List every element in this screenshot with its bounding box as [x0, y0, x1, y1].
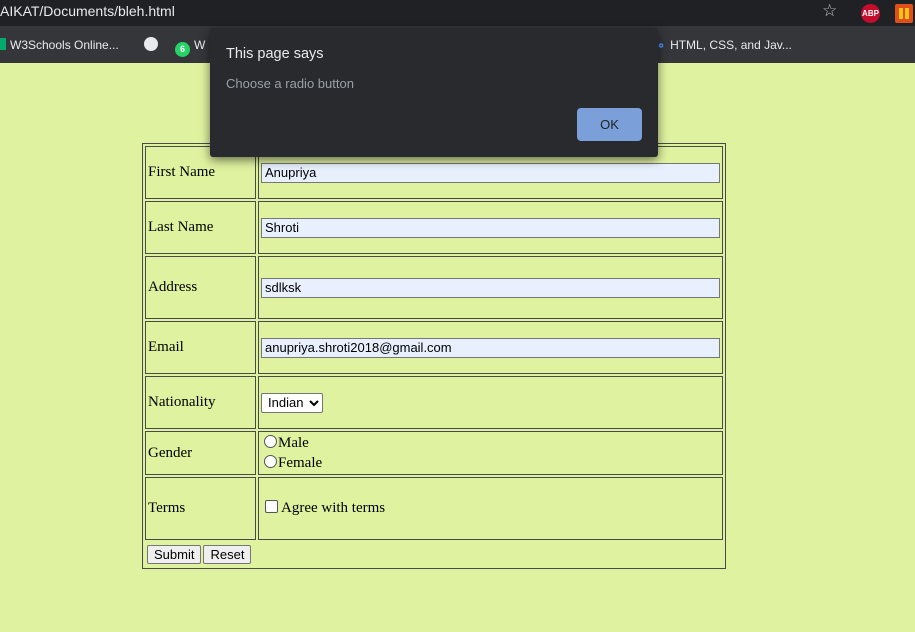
url-text[interactable]: AIKAT/Documents/bleh.html	[0, 3, 175, 19]
bookmark-whatsapp[interactable]: 6W	[175, 37, 206, 57]
submit-button[interactable]: Submit	[147, 544, 202, 564]
terms-label: Terms	[145, 477, 256, 540]
nationality-select[interactable]: Indian	[261, 392, 323, 413]
address-bar: AIKAT/Documents/bleh.html ☆ ABP	[0, 0, 915, 26]
email-label: Email	[145, 321, 256, 374]
bookmark-html-css[interactable]: ⚬ HTML, CSS, and Jav...	[656, 37, 792, 53]
gender-option-male[interactable]: Male	[261, 433, 720, 453]
last-name-input[interactable]	[261, 217, 720, 238]
bookmark-label: HTML, CSS, and Jav...	[670, 38, 792, 52]
female-label: Female	[278, 455, 323, 471]
gender-option-female[interactable]: Female	[261, 453, 720, 473]
address-input[interactable]	[261, 277, 720, 298]
male-label: Male	[278, 435, 309, 451]
email-input[interactable]	[261, 337, 720, 358]
dialog-title: This page says	[226, 46, 324, 62]
whatsapp-icon: 6	[175, 42, 190, 57]
last-name-label: Last Name	[145, 201, 256, 254]
w3schools-icon	[0, 38, 6, 50]
terms-checkbox[interactable]	[265, 500, 278, 513]
nationality-label: Nationality	[145, 376, 256, 429]
reset-button[interactable]: Reset	[203, 544, 252, 564]
bookmark-w3schools[interactable]: W3Schools Online...	[0, 37, 119, 53]
alert-dialog: This page says Choose a radio button OK	[210, 28, 658, 157]
female-radio[interactable]	[264, 455, 277, 468]
first-name-input[interactable]	[261, 162, 720, 183]
registration-form: First Name Last Name Address Email Natio…	[142, 143, 726, 569]
terms-checkbox-label: Agree with terms	[281, 500, 386, 516]
adblock-extension-icon[interactable]: ABP	[861, 4, 880, 23]
bookmark-label: W	[194, 38, 206, 52]
gender-label: Gender	[145, 431, 256, 475]
globe-icon	[144, 37, 158, 51]
bookmark-globe[interactable]	[144, 37, 162, 53]
bookmark-star-icon[interactable]: ☆	[822, 1, 837, 21]
ok-button[interactable]: OK	[577, 108, 642, 141]
bookmark-label: W3Schools Online...	[10, 38, 119, 52]
dialog-message: Choose a radio button	[226, 76, 354, 91]
extension-icon[interactable]	[895, 4, 913, 23]
male-radio[interactable]	[264, 435, 277, 448]
address-label: Address	[145, 256, 256, 319]
